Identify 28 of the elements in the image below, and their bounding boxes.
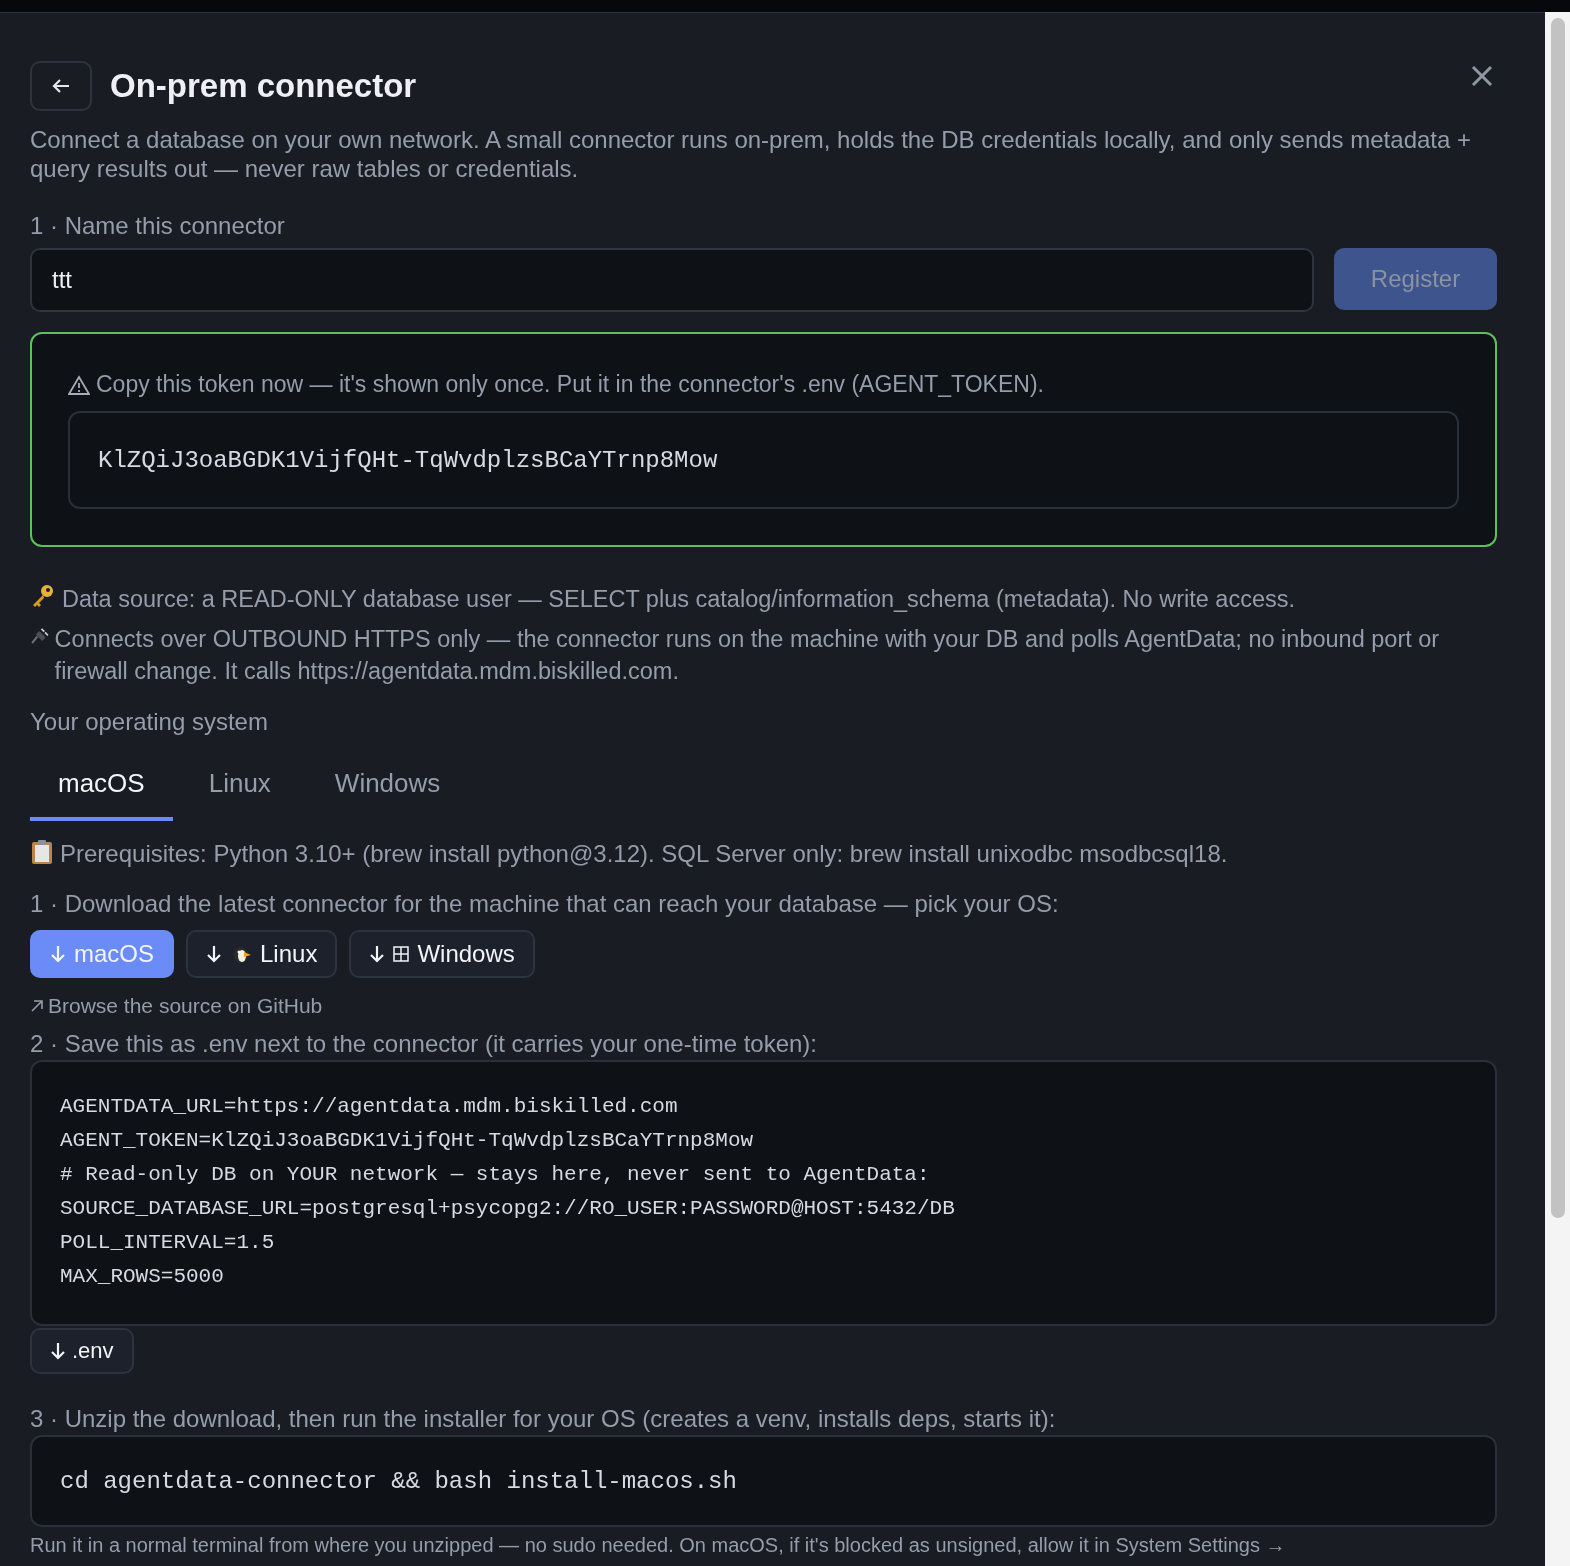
code-line: MAX_ROWS=5000 [60, 1264, 225, 1290]
download-button[interactable]: Windows [349, 930, 535, 978]
step-label: 1 · Download the latest connector for the machine that can reach your database — pick your OS: [30, 889, 1060, 918]
download-button[interactable]: Linux [186, 930, 338, 978]
download-env-button[interactable]: .env [30, 1328, 134, 1374]
code-line: AGENTDATA_URL=https://agentdata.mdm.biskilled.com [60, 1094, 679, 1120]
connector-name-input[interactable]: ttt [30, 248, 1314, 312]
section-label: Your operating system [30, 707, 269, 736]
github-link[interactable]: Browse the source on GitHub [30, 994, 323, 1018]
dialog-description: Connect a database on your own network. A small connector runs on-prem, holds the DB credentials locally, and only sends metadata + query results out — never raw tables or credentials. [30, 125, 1473, 183]
install-note: Run it in a normal terminal from where you unzipped — no sudo needed. On macOS, if it's blocked as unsigned, allow it in System Settings → [30, 1533, 1287, 1557]
os-tab[interactable]: macOS [30, 758, 173, 821]
os-tab[interactable]: Linux [180, 758, 299, 821]
token-warning: Copy this token now — it's shown only once. Put it in the connector's .env (AGENT_TOKEN). [96, 370, 1044, 399]
dialog-title: On-prem connector [110, 67, 417, 105]
token-value: KlZQiJ3oaBGDK1VijfQHt-TqWvdplzsBCaYTrnp8Mow [68, 411, 1459, 509]
code-line: # Read-only DB on YOUR network — stays here, never sent to AgentData: [60, 1162, 931, 1188]
step-label: 3 · Unzip the download, then run the installer for your OS (creates a venv, installs deps, starts it): [30, 1404, 1057, 1433]
prerequisites-text: Prerequisites: Python 3.10+ (brew install python@3.12). SQL Server only: brew install unixodbc msodbcsql18. [60, 839, 1228, 869]
install-command: cd agentdata-connector && bash install-macos.sh [30, 1435, 1497, 1527]
info-note: Data source: a READ-ONLY database user — SELECT plus catalog/information_schema (metadata). No write access. [62, 585, 1295, 614]
info-note: Connects over OUTBOUND HTTPS only — the connector runs on the machine with your DB and polls AgentData; no inbound port or firewall change. It calls https://agentdata.mdm.biskilled.com. [54, 625, 1441, 686]
os-tab[interactable]: Windows [306, 758, 469, 821]
field-label: 1 · Name this connector [30, 211, 286, 240]
code-line: SOURCE_DATABASE_URL=postgresql+psycopg2://RO_USER:PASSWORD@HOST:5432/DB [60, 1196, 956, 1222]
code-line: AGENT_TOKEN=KlZQiJ3oaBGDK1VijfQHt-TqWvdplzsBCaYTrnp8Mow [60, 1128, 755, 1154]
step-label: 2 · Save this as .env next to the connector (it carries your one-time token): [30, 1029, 819, 1058]
code-line: POLL_INTERVAL=1.5 [60, 1230, 276, 1256]
